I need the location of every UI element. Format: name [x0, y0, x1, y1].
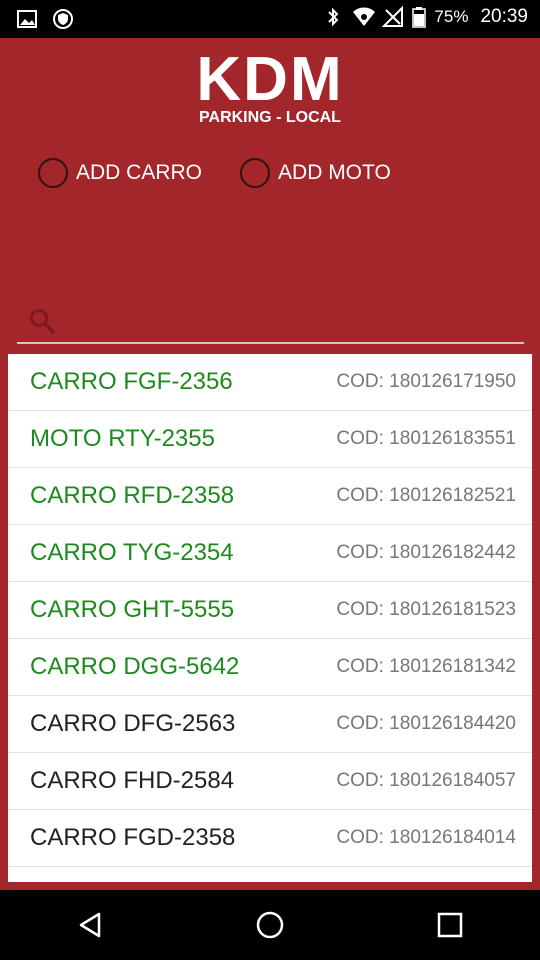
clock: 20:39	[480, 6, 528, 27]
search-icon	[27, 306, 57, 336]
no-signal-icon	[382, 5, 404, 28]
vehicle-type-selector: ADD CARRO ADD MOTO	[38, 158, 391, 188]
list-item[interactable]: CARRO FHD-2584 COD: 180126184057	[8, 753, 532, 810]
vehicle-code: COD: 180126182521	[336, 485, 516, 506]
vehicle-plate: CARRO DGG-5642	[30, 653, 240, 680]
app-screen: KDM PARKING - LOCAL ADD CARRO ADD MOTO C…	[0, 38, 540, 890]
list-item[interactable]: CARRO TYG-2354 COD: 180126182442	[8, 525, 532, 582]
logo-title: KDM	[196, 45, 344, 114]
vehicle-plate: CARRO DFG-2563	[30, 710, 236, 737]
vehicle-code: COD: 180126181342	[336, 656, 516, 677]
vehicle-plate: CARRO FGF-2356	[30, 368, 233, 395]
list-item[interactable]: MOTO RTY-2355 COD: 180126183551	[8, 411, 532, 468]
search-input[interactable]	[57, 301, 524, 341]
radio-circle-icon	[240, 158, 271, 188]
vehicle-plate: CARRO RFD-2358	[30, 482, 235, 509]
vehicle-code: COD: 180126184420	[336, 713, 516, 734]
vehicle-code: COD: 180126181523	[336, 599, 516, 620]
home-icon	[256, 911, 284, 939]
vehicle-code: COD: 180126184014	[336, 827, 516, 848]
list-item[interactable]: CARRO DGG-5642 COD: 180126181342	[8, 639, 532, 696]
vehicle-plate: CARRO TYG-2354	[30, 539, 234, 566]
vehicle-code: COD: 180126182442	[336, 542, 516, 563]
back-icon	[79, 912, 101, 938]
navigation-bar	[0, 890, 540, 960]
vehicle-plate: CARRO FHD-2584	[30, 767, 235, 794]
radio-circle-icon	[38, 158, 68, 188]
add-car-label: ADD CARRO	[76, 161, 203, 184]
logo-subtitle: PARKING - LOCAL	[199, 109, 341, 126]
search-bar	[17, 300, 524, 344]
battery-level: 75%	[434, 7, 469, 26]
list-item[interactable]: CARRO FGD-2358 COD: 180126184014	[8, 810, 532, 867]
wifi-icon	[352, 6, 376, 28]
list-item[interactable]: CARRO FGF-2356 COD: 180126171950	[8, 354, 532, 411]
bluetooth-icon	[322, 6, 344, 28]
status-bar: 75% 20:39	[0, 0, 540, 38]
add-moto-label: ADD MOTO	[278, 161, 391, 184]
home-button[interactable]	[240, 895, 300, 955]
vehicle-list: CARRO FGF-2356 COD: 180126171950 MOTO RTY-…	[8, 354, 532, 882]
recents-icon	[437, 912, 463, 938]
battery-icon	[412, 6, 427, 28]
image-icon	[16, 8, 38, 30]
list-item[interactable]: CARRO DFG-2563 COD: 180126184420	[8, 696, 532, 753]
app-logo: KDM PARKING - LOCAL	[0, 45, 540, 128]
add-moto-radio[interactable]: ADD MOTO	[240, 158, 391, 188]
vehicle-plate: MOTO RTY-2355	[30, 425, 215, 452]
vehicle-plate: CARRO FGD-2358	[30, 824, 236, 851]
vehicle-code: COD: 180126171950	[336, 371, 516, 392]
back-button[interactable]	[60, 895, 120, 955]
list-item[interactable]: CARRO RFD-2358 COD: 180126182521	[8, 468, 532, 525]
vehicle-code: COD: 180126184057	[336, 770, 516, 791]
add-car-radio[interactable]: ADD CARRO	[38, 158, 202, 188]
recents-button[interactable]	[420, 895, 480, 955]
shield-icon	[52, 8, 74, 30]
list-item[interactable]: CARRO GHT-5555 COD: 180126181523	[8, 582, 532, 639]
vehicle-plate: CARRO GHT-5555	[30, 596, 235, 623]
vehicle-code: COD: 180126183551	[336, 428, 516, 449]
